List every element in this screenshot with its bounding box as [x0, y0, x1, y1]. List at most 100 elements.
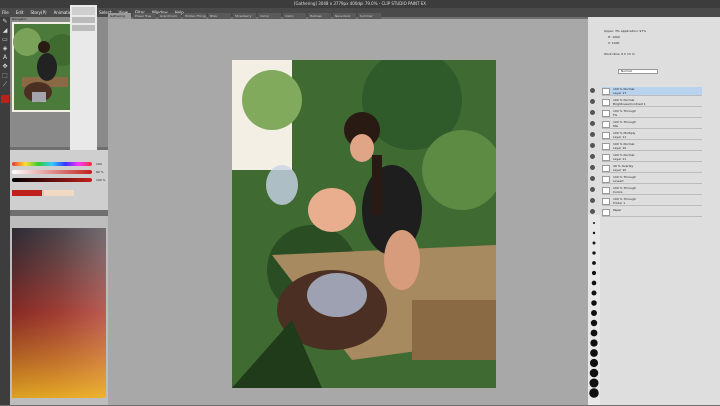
tab-gathering[interactable]: Gathering	[108, 13, 131, 19]
pen-icon[interactable]: ✎	[1, 18, 9, 26]
brush-size-dot[interactable]	[591, 300, 597, 306]
navigator-title: Navigator	[12, 17, 27, 21]
brush-size-dot[interactable]	[591, 310, 597, 316]
move-icon[interactable]: ✥	[1, 63, 9, 71]
layer-thumbnail	[602, 99, 610, 106]
brush-size-dot[interactable]	[590, 329, 598, 337]
brush-size-dot[interactable]	[589, 388, 599, 398]
slider-value-2: 60 %	[96, 170, 104, 174]
eye-icon[interactable]	[590, 88, 595, 93]
brightness-slider[interactable]	[12, 178, 92, 182]
tool-bar: ✎ ◢ ▭ ◈ A ✥ ⬚ ⟋	[0, 17, 10, 405]
eye-icon[interactable]	[590, 132, 595, 137]
brush-size-dot[interactable]	[590, 339, 598, 347]
layer-label: 100 % Through Lineart	[613, 175, 636, 183]
brush-size-dot[interactable]	[589, 368, 599, 378]
layer-header-3: V: 1000	[608, 41, 620, 45]
eye-icon[interactable]	[590, 187, 595, 192]
layer-label: 100 % Normal Layer 11	[613, 153, 635, 161]
layer-thumbnail	[602, 154, 610, 161]
hue-slider[interactable]	[12, 162, 92, 166]
brush-size-dot[interactable]	[593, 222, 595, 224]
layer-row[interactable]: 100 % Through Colors	[590, 186, 702, 195]
layer-thumbnail	[602, 176, 610, 183]
menu-edit[interactable]: Edit	[16, 8, 24, 17]
layer-panel: Upper: 3% Application: 97% H: 1200 V: 10…	[588, 17, 720, 405]
select-icon[interactable]: ⬚	[1, 72, 9, 80]
tool-property-panel: 100 60 % 100 %	[10, 150, 108, 210]
eye-icon[interactable]	[590, 110, 595, 115]
layer-thumbnail	[602, 110, 610, 117]
layer-thumbnail	[602, 209, 610, 216]
tab-neverland[interactable]: Neverland	[333, 13, 356, 19]
fill-icon[interactable]: ◈	[1, 45, 9, 53]
eye-icon[interactable]	[590, 121, 595, 126]
eye-icon[interactable]	[590, 165, 595, 170]
layer-row[interactable]: 100 % Through MG	[590, 120, 702, 129]
brush-icon[interactable]: ◢	[1, 27, 9, 35]
eye-icon[interactable]	[590, 154, 595, 159]
eye-icon[interactable]	[590, 198, 595, 203]
layer-row[interactable]: 49 % Overlay Layer 10	[590, 164, 702, 173]
tab-hidden-things[interactable]: Hidden Things	[183, 13, 206, 19]
main-color-swatch[interactable]	[1, 95, 9, 103]
tab-hallows[interactable]: Hallows	[308, 13, 331, 19]
layer-thumbnail	[602, 121, 610, 128]
layer-row[interactable]: 100 % Through FG	[590, 109, 702, 118]
sub-color-swatch[interactable]	[44, 190, 74, 196]
layer-row[interactable]: 100 % Normal Layer 10	[590, 142, 702, 151]
brush-size-dot[interactable]	[592, 261, 596, 265]
layer-row[interactable]: 100 % Through Lineart	[590, 175, 702, 184]
brush-size-dot[interactable]	[589, 378, 599, 388]
eye-icon[interactable]	[590, 143, 595, 148]
window-title: [Gathering] 3048 x 3779px 400dpi 79.0% -…	[0, 0, 720, 8]
tab-bliss[interactable]: Bliss	[208, 13, 231, 19]
layer-row[interactable]: 100 % Normal Brightness/Contrast 1	[590, 98, 702, 107]
color-grid[interactable]	[10, 216, 108, 405]
layer-row[interactable]: 100 % Normal Layer 11	[590, 153, 702, 162]
brush-size-panel	[588, 215, 600, 405]
layer-thumbnail	[602, 88, 610, 95]
tab-grandmum[interactable]: Grandmum	[158, 13, 181, 19]
tab-power-tree[interactable]: Power Tree	[133, 13, 156, 19]
color-gradient-panel	[10, 216, 108, 405]
layer-row[interactable]: Paper	[590, 208, 702, 217]
layer-row[interactable]: 100 % Through Folder 1	[590, 197, 702, 206]
layer-label: 100 % Normal Brightness/Contrast 1	[613, 98, 646, 106]
saturation-slider[interactable]	[12, 170, 92, 174]
tab-camp[interactable]: Camp	[258, 13, 281, 19]
layer-label: 100 % Through Folder 1	[613, 197, 636, 205]
layer-row[interactable]: 100 % Normal Layer 17	[590, 87, 702, 96]
eye-icon[interactable]	[590, 99, 595, 104]
brush-size-dot[interactable]	[592, 231, 596, 235]
eye-icon[interactable]	[590, 209, 595, 214]
brush-size-dot[interactable]	[591, 280, 597, 286]
tab-strawberry[interactable]: Strawberry	[233, 13, 256, 19]
brush-size-dot[interactable]	[590, 349, 598, 357]
menu-file[interactable]: File	[2, 8, 9, 17]
layer-label: 100 % Multiply Layer 11	[613, 131, 636, 139]
text-icon[interactable]: A	[1, 54, 9, 62]
brush-size-dot[interactable]	[591, 290, 597, 296]
brush-size-dot[interactable]	[591, 270, 597, 276]
brush-size-dot[interactable]	[589, 358, 599, 368]
navigator-thumbnail[interactable]	[12, 22, 78, 112]
canvas-artwork[interactable]	[232, 60, 496, 388]
layer-row[interactable]: 100 % Multiply Layer 11	[590, 131, 702, 140]
eyedropper-icon[interactable]: ⟋	[1, 81, 9, 89]
brush-size-dot[interactable]	[590, 319, 598, 327]
sub-tool-panel	[70, 5, 97, 150]
layer-label: 49 % Overlay Layer 10	[613, 164, 634, 172]
tab-summer[interactable]: Summer	[358, 13, 381, 19]
eye-icon[interactable]	[590, 176, 595, 181]
eraser-icon[interactable]: ▭	[1, 36, 9, 44]
menu-story[interactable]: Story(P)	[30, 8, 46, 17]
slider-value-3: 100 %	[96, 178, 106, 182]
brush-size-dot[interactable]	[592, 241, 596, 245]
layer-thumbnail	[602, 165, 610, 172]
blend-mode-select[interactable]: Normal	[618, 69, 658, 74]
layer-label: 100 % Normal Layer 10	[613, 142, 635, 150]
brush-size-dot[interactable]	[592, 251, 596, 255]
tab-cabin[interactable]: Cabin	[283, 13, 306, 19]
current-color-swatch[interactable]	[12, 190, 42, 196]
